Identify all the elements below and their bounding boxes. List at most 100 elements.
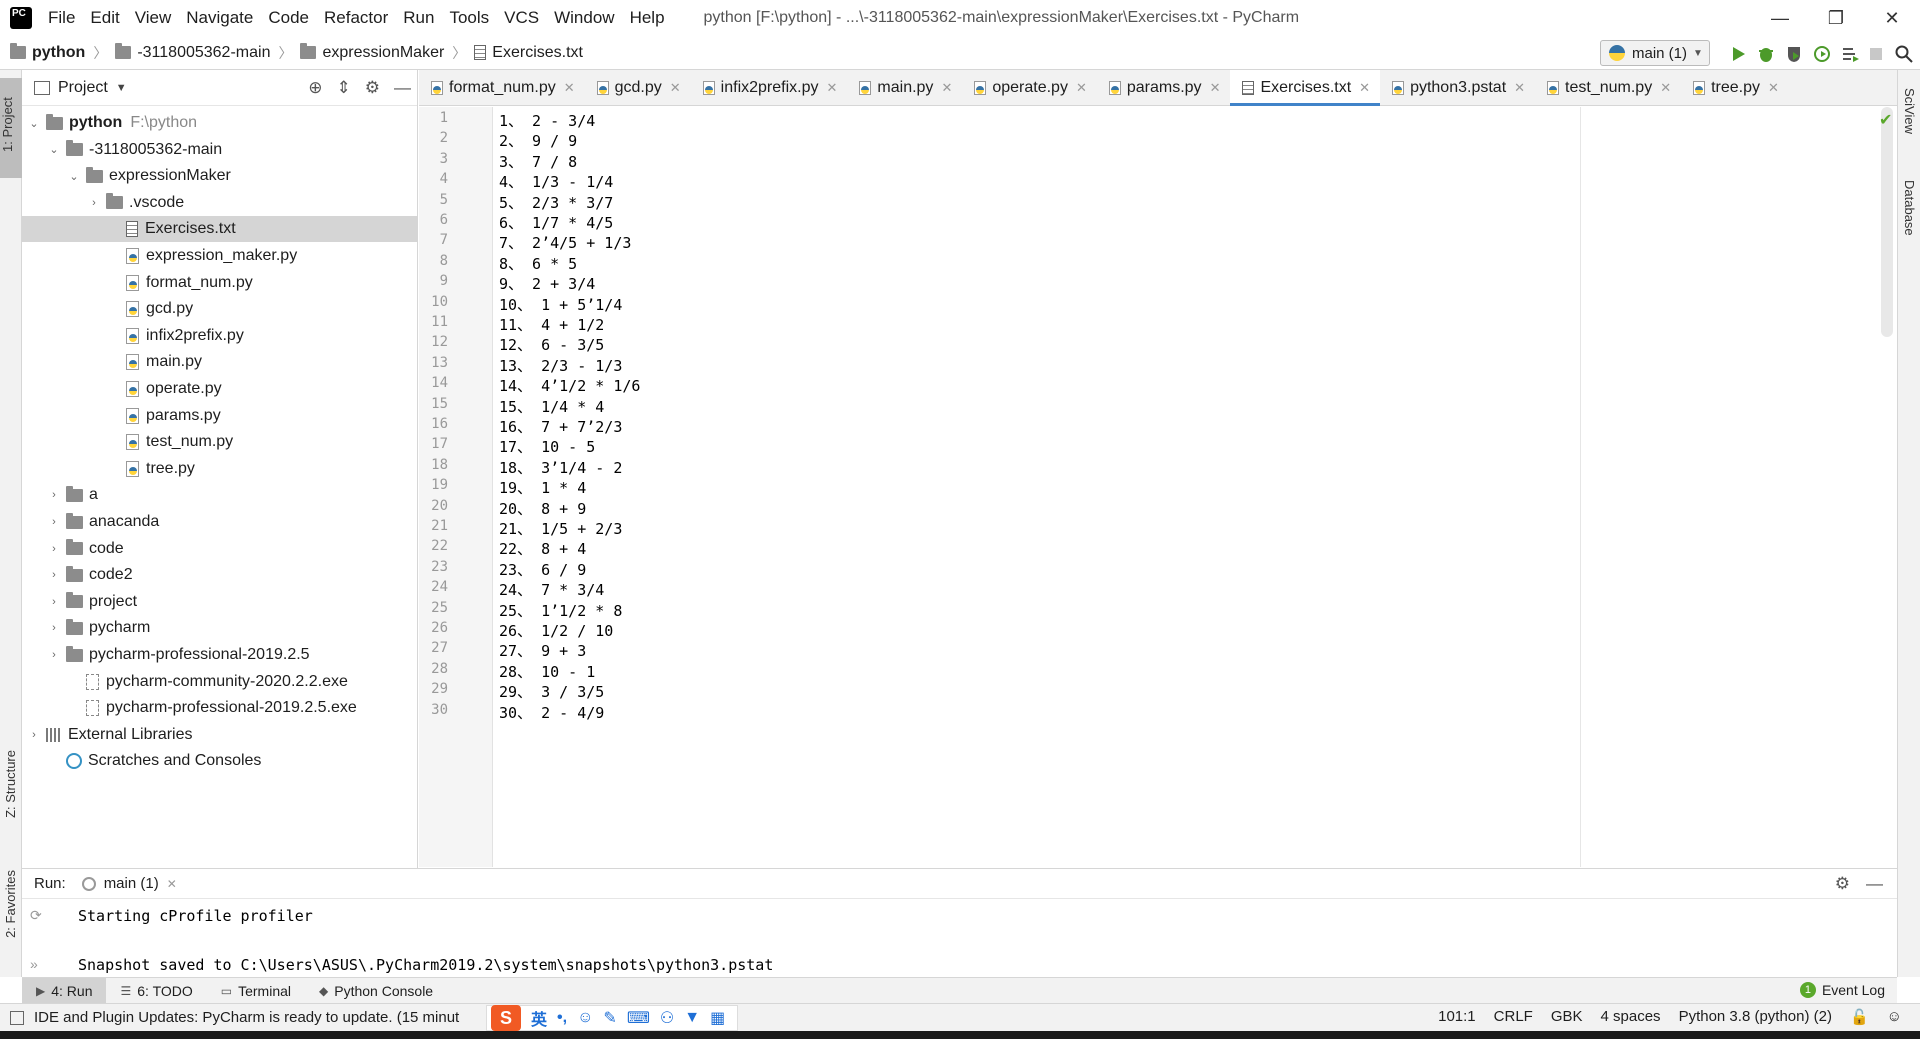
stop-icon[interactable] xyxy=(1866,44,1886,64)
structure-tool-button[interactable]: Z: Structure xyxy=(3,750,18,818)
close-tab-icon[interactable]: ✕ xyxy=(941,80,952,96)
menu-navigate[interactable]: Navigate xyxy=(186,8,253,28)
menu-tools[interactable]: Tools xyxy=(449,8,489,28)
close-tab-icon[interactable]: ✕ xyxy=(1359,80,1370,96)
chevron-right-icon[interactable]: › xyxy=(46,596,62,608)
terminal-tool-button[interactable]: ▭ Terminal xyxy=(207,978,305,1004)
editor-tab[interactable]: tree.py ✕ xyxy=(1681,70,1789,105)
chevron-right-icon[interactable]: › xyxy=(46,649,62,661)
close-tab-icon[interactable]: ✕ xyxy=(1660,80,1671,96)
menu-edit[interactable]: Edit xyxy=(90,8,119,28)
chevron-right-icon[interactable]: › xyxy=(46,543,62,555)
search-icon[interactable] xyxy=(1894,44,1914,64)
run-tab-main[interactable]: main (1) ✕ xyxy=(81,875,177,892)
event-log-button[interactable]: 1 Event Log xyxy=(1799,982,1885,998)
tree-item[interactable]: tree.py xyxy=(22,456,418,482)
chevron-right-icon[interactable]: › xyxy=(26,729,42,741)
skin-icon[interactable]: ▼ xyxy=(684,1009,700,1027)
breadcrumb-expressionmaker[interactable]: expressionMaker 〉 xyxy=(300,43,466,63)
editor-tab[interactable]: python3.pstat ✕ xyxy=(1380,70,1535,105)
menu-help[interactable]: Help xyxy=(630,8,665,28)
tree-item[interactable]: pycharm-professional-2019.2.5.exe xyxy=(22,695,418,721)
sogou-logo-icon[interactable]: S xyxy=(491,1005,521,1031)
editor-tab[interactable]: main.py ✕ xyxy=(847,70,962,105)
inspector-icon[interactable]: ☺ xyxy=(1887,1008,1902,1026)
run-icon[interactable] xyxy=(1728,44,1748,64)
rerun-icon[interactable]: ⟳ xyxy=(30,907,42,924)
todo-tool-button[interactable]: ☰ 6: TODO xyxy=(106,978,206,1004)
chevron-down-icon[interactable]: ▼ xyxy=(116,82,127,94)
ime-language-toggle[interactable]: 英 xyxy=(531,1006,547,1030)
tree-item[interactable]: › .vscode xyxy=(22,190,418,216)
tree-item[interactable]: gcd.py xyxy=(22,296,418,322)
project-view-select[interactable]: Project xyxy=(58,79,108,97)
menu-view[interactable]: View xyxy=(135,8,172,28)
editor-tab[interactable]: gcd.py ✕ xyxy=(585,70,691,105)
minimize-button[interactable]: — xyxy=(1752,0,1808,36)
concurrency-icon[interactable] xyxy=(1840,44,1860,64)
tree-item[interactable]: › anacanda xyxy=(22,509,418,535)
gear-icon[interactable]: ⚙ xyxy=(365,78,380,98)
inspection-ok-icon[interactable]: ✔ xyxy=(1879,110,1892,130)
indent-setting[interactable]: 4 spaces xyxy=(1601,1008,1661,1026)
tree-item[interactable]: Scratches and Consoles xyxy=(22,748,418,774)
chevron-right-icon[interactable]: › xyxy=(46,516,62,528)
chevron-right-icon[interactable]: › xyxy=(86,197,102,209)
editor-tab[interactable]: format_num.py ✕ xyxy=(419,70,585,105)
handwriting-icon[interactable]: ✎ xyxy=(603,1008,616,1028)
tree-item[interactable]: › code2 xyxy=(22,562,418,588)
locate-icon[interactable]: ⊕ xyxy=(308,78,322,98)
sciview-tool-button[interactable]: SciView xyxy=(1902,88,1917,134)
run-tool-button[interactable]: ▶ 4: Run xyxy=(22,977,107,1004)
lock-icon[interactable]: 🔓 xyxy=(1850,1008,1869,1026)
menu-file[interactable]: File xyxy=(48,8,75,28)
chevron-down-icon[interactable]: ⌄ xyxy=(66,170,82,183)
menu-refactor[interactable]: Refactor xyxy=(324,8,388,28)
punctuation-icon[interactable]: •, xyxy=(557,1009,567,1027)
close-tab-icon[interactable]: ✕ xyxy=(827,80,838,96)
coverage-icon[interactable] xyxy=(1784,44,1804,64)
keyboard-icon[interactable]: ⌨ xyxy=(627,1008,650,1028)
tree-item[interactable]: test_num.py xyxy=(22,429,418,455)
line-separator[interactable]: CRLF xyxy=(1494,1008,1533,1026)
editor-tab[interactable]: infix2prefix.py ✕ xyxy=(691,70,848,105)
tree-item[interactable]: › project xyxy=(22,589,418,615)
chevron-right-icon[interactable]: › xyxy=(46,489,62,501)
collapse-all-icon[interactable]: ⇕ xyxy=(337,78,351,98)
status-toggle-icon[interactable] xyxy=(10,1010,24,1025)
python-console-tool-button[interactable]: ◆ Python Console xyxy=(305,978,447,1004)
tree-item[interactable]: expression_maker.py xyxy=(22,243,418,269)
chevron-right-icon[interactable]: › xyxy=(46,622,62,634)
tree-item[interactable]: › pycharm-professional-2019.2.5 xyxy=(22,642,418,668)
tree-item[interactable]: infix2prefix.py xyxy=(22,323,418,349)
close-tab-icon[interactable]: ✕ xyxy=(564,80,575,96)
close-tab-icon[interactable]: ✕ xyxy=(1210,80,1221,96)
file-encoding[interactable]: GBK xyxy=(1551,1008,1583,1026)
editor-tab[interactable]: Exercises.txt ✕ xyxy=(1230,70,1381,106)
tree-item[interactable]: Exercises.txt xyxy=(22,216,418,243)
menu-vcs[interactable]: VCS xyxy=(504,8,539,28)
tree-item[interactable]: operate.py xyxy=(22,376,418,402)
tree-item[interactable]: format_num.py xyxy=(22,270,418,296)
tree-item[interactable]: params.py xyxy=(22,403,418,429)
tree-item[interactable]: pycharm-community-2020.2.2.exe xyxy=(22,669,418,695)
editor-tab[interactable]: test_num.py ✕ xyxy=(1535,70,1681,105)
tree-item[interactable]: › pycharm xyxy=(22,615,418,641)
restore-button[interactable]: ❐ xyxy=(1808,0,1864,36)
status-message[interactable]: IDE and Plugin Updates: PyCharm is ready… xyxy=(10,1009,459,1026)
tree-item[interactable]: › code xyxy=(22,536,418,562)
editor-scrollbar[interactable] xyxy=(1881,107,1895,867)
toolbox-icon[interactable]: ▦ xyxy=(710,1008,725,1028)
gear-icon[interactable]: ⚙ xyxy=(1835,874,1850,894)
close-tab-icon[interactable]: ✕ xyxy=(1768,80,1779,96)
close-icon[interactable]: ✕ xyxy=(167,877,177,891)
editor-tab[interactable]: operate.py ✕ xyxy=(962,70,1097,105)
menu-run[interactable]: Run xyxy=(403,8,434,28)
user-icon[interactable]: ⚇ xyxy=(660,1008,674,1028)
close-window-button[interactable]: ✕ xyxy=(1864,0,1920,36)
favorites-tool-button[interactable]: 2: Favorites xyxy=(3,870,18,938)
tree-item[interactable]: › External Libraries xyxy=(22,722,418,748)
close-tab-icon[interactable]: ✕ xyxy=(1514,80,1525,96)
breadcrumb-main[interactable]: -3118005362-main 〉 xyxy=(115,43,292,63)
interpreter-select[interactable]: Python 3.8 (python) (2) xyxy=(1679,1008,1832,1026)
